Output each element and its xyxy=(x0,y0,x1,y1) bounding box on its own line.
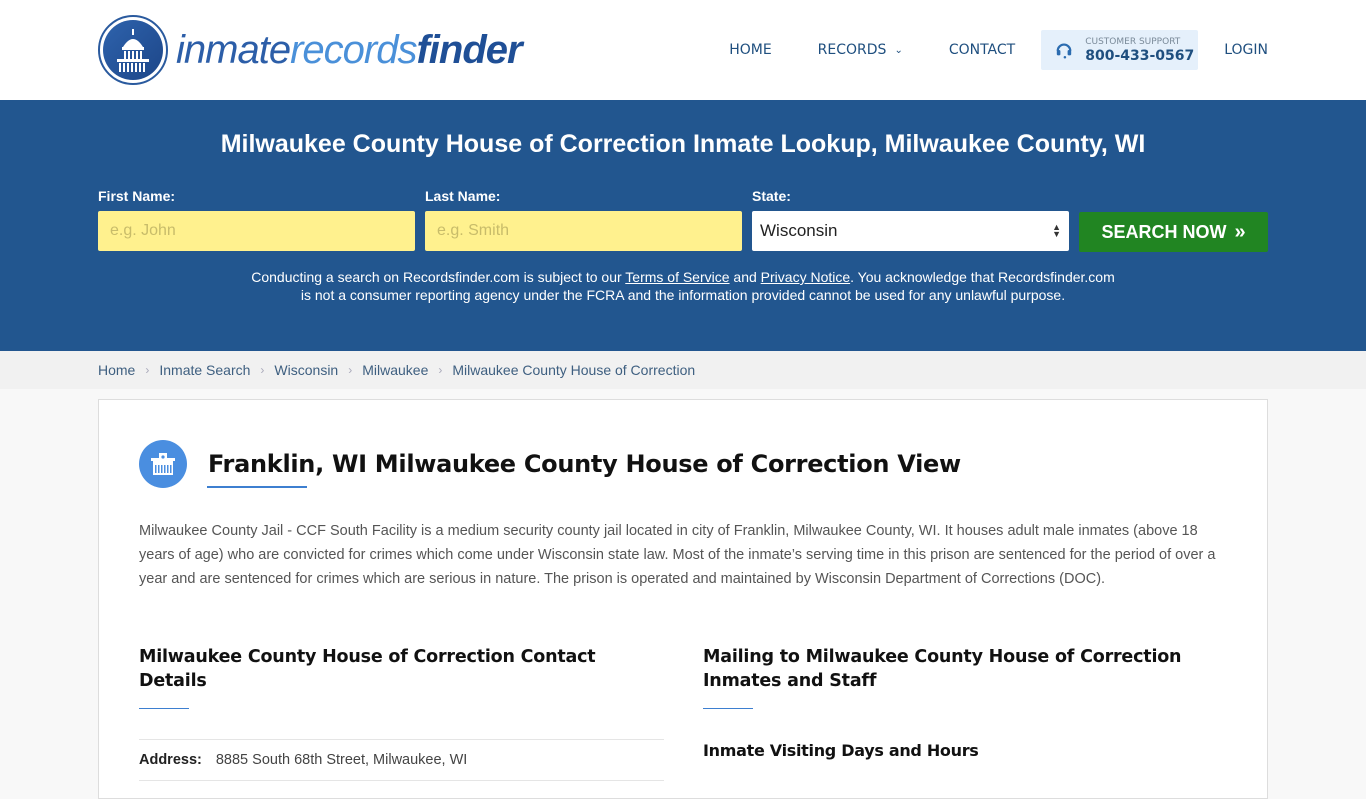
address-row: Address: 8885 South 68th Street, Milwauk… xyxy=(139,739,664,781)
facility-card: Franklin, WI Milwaukee County House of C… xyxy=(98,399,1268,799)
breadcrumb-wisconsin[interactable]: Wisconsin xyxy=(274,362,338,378)
double-chevron-right-icon: » xyxy=(1234,220,1246,243)
customer-support-box[interactable]: CUSTOMER SUPPORT 800-433-0567 xyxy=(1041,30,1199,70)
title-underline xyxy=(207,486,307,488)
search-now-button[interactable]: SEARCH NOW » xyxy=(1079,212,1268,252)
contact-details-section: Milwaukee County House of Correction Con… xyxy=(139,645,664,781)
site-header: inmaterecordsfinder HOME RECORDS ⌄ CONTA… xyxy=(0,0,1366,100)
nav-contact[interactable]: CONTACT xyxy=(949,42,1015,58)
nav-records-label: RECORDS xyxy=(817,42,887,58)
nav-records[interactable]: RECORDS ⌄ xyxy=(818,42,903,58)
logo-wordmark: inmaterecordsfinder xyxy=(176,27,523,73)
breadcrumb-current[interactable]: Milwaukee County House of Correction xyxy=(452,362,695,378)
first-name-input[interactable] xyxy=(98,211,415,251)
support-label: CUSTOMER SUPPORT xyxy=(1085,36,1181,47)
mailing-section: Mailing to Milwaukee County House of Cor… xyxy=(703,645,1183,760)
mailing-heading: Mailing to Milwaukee County House of Cor… xyxy=(703,647,1182,691)
visiting-hours-heading: Inmate Visiting Days and Hours xyxy=(703,741,979,760)
heading-underline xyxy=(703,708,753,709)
nav-login[interactable]: LOGIN xyxy=(1224,42,1268,58)
chevron-right-icon: › xyxy=(260,363,265,377)
disclaimer-text-1: Conducting a search on Recordsfinder.com… xyxy=(251,269,626,285)
chevron-right-icon: › xyxy=(438,363,443,377)
headset-icon xyxy=(1056,43,1072,59)
select-arrows-icon: ▲ ▼ xyxy=(1052,222,1061,239)
last-name-label: Last Name: xyxy=(425,188,501,204)
chevron-down-icon: ⌄ xyxy=(894,44,903,56)
breadcrumb: Home › Inmate Search › Wisconsin › Milwa… xyxy=(0,351,1366,389)
logo-word-finder: finder xyxy=(416,27,522,72)
breadcrumb-inmate-search[interactable]: Inmate Search xyxy=(159,362,250,378)
chevron-right-icon: › xyxy=(348,363,353,377)
disclaimer-and: and xyxy=(729,269,761,285)
address-label: Address: xyxy=(139,752,202,768)
nav-home[interactable]: HOME xyxy=(729,42,771,58)
main-nav: HOME RECORDS ⌄ CONTACT CUSTOMER SUPPORT … xyxy=(729,30,1268,70)
facility-title: Franklin, WI Milwaukee County House of C… xyxy=(208,450,961,478)
page-title: Milwaukee County House of Correction Inm… xyxy=(220,130,1146,158)
site-logo[interactable]: inmaterecordsfinder xyxy=(98,15,523,85)
first-name-label: First Name: xyxy=(98,188,176,204)
breadcrumb-milwaukee[interactable]: Milwaukee xyxy=(362,362,428,378)
state-select[interactable]: Wisconsin ▲ ▼ xyxy=(752,211,1069,251)
state-label: State: xyxy=(752,188,791,204)
capitol-logo-icon xyxy=(98,15,168,85)
facility-description: Milwaukee County Jail - CCF South Facili… xyxy=(139,523,1216,587)
state-select-value: Wisconsin xyxy=(760,221,838,240)
support-phone[interactable]: 800-433-0567 xyxy=(1085,48,1194,64)
chevron-right-icon: › xyxy=(145,363,150,377)
search-form: First Name: Last Name: State: Wisconsin … xyxy=(98,188,1268,252)
breadcrumb-home[interactable]: Home xyxy=(98,362,135,378)
logo-word-records: records xyxy=(290,27,417,72)
jail-building-icon xyxy=(139,440,187,488)
search-disclaimer: Conducting a search on Recordsfinder.com… xyxy=(250,268,1116,304)
last-name-input[interactable] xyxy=(425,211,742,251)
address-value: 8885 South 68th Street, Milwaukee, WI xyxy=(215,752,468,768)
logo-word-inmate: inmate xyxy=(176,27,291,72)
terms-of-service-link[interactable]: Terms of Service xyxy=(625,269,729,285)
search-band: Milwaukee County House of Correction Inm… xyxy=(0,100,1366,351)
privacy-notice-link[interactable]: Privacy Notice xyxy=(761,269,850,285)
contact-details-heading: Milwaukee County House of Correction Con… xyxy=(139,647,596,691)
heading-underline xyxy=(139,708,189,709)
search-button-label: SEARCH NOW xyxy=(1101,221,1227,242)
